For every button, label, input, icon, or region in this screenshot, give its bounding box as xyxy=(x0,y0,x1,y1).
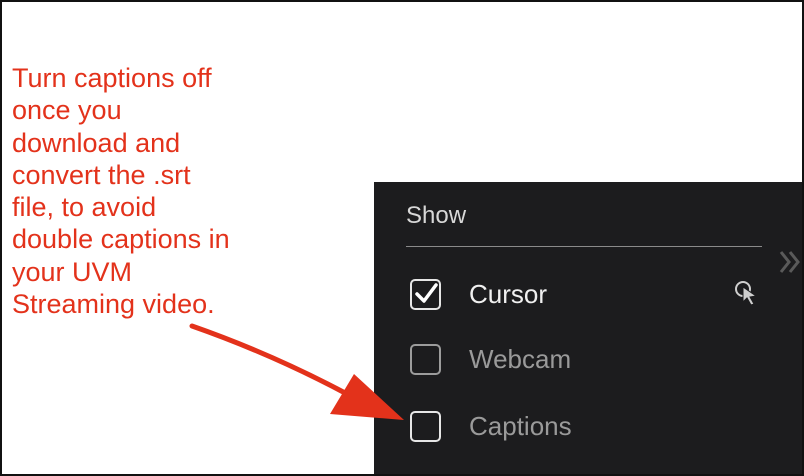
cursor-checkbox[interactable] xyxy=(410,278,441,310)
webcam-label: Webcam xyxy=(469,343,572,374)
option-webcam[interactable]: Webcam xyxy=(410,339,571,379)
annotation-text: Turn captions off once you download and … xyxy=(12,63,230,320)
panel-divider xyxy=(406,246,762,247)
cursor-click-icon xyxy=(735,281,758,306)
double-chevron-right-icon[interactable] xyxy=(778,248,804,276)
checkmark-icon xyxy=(414,283,438,303)
cursor-label: Cursor xyxy=(469,278,548,309)
screenshot-frame: Turn captions off once you download and … xyxy=(0,0,804,476)
captions-label: Captions xyxy=(469,410,572,441)
option-cursor[interactable]: Cursor xyxy=(410,274,547,314)
captions-checkbox[interactable] xyxy=(410,410,441,442)
option-captions[interactable]: Captions xyxy=(410,406,572,446)
panel-title: Show xyxy=(406,202,467,229)
show-options-panel: Show Cursor Webcam Captions xyxy=(374,182,804,474)
webcam-checkbox[interactable] xyxy=(410,343,441,375)
